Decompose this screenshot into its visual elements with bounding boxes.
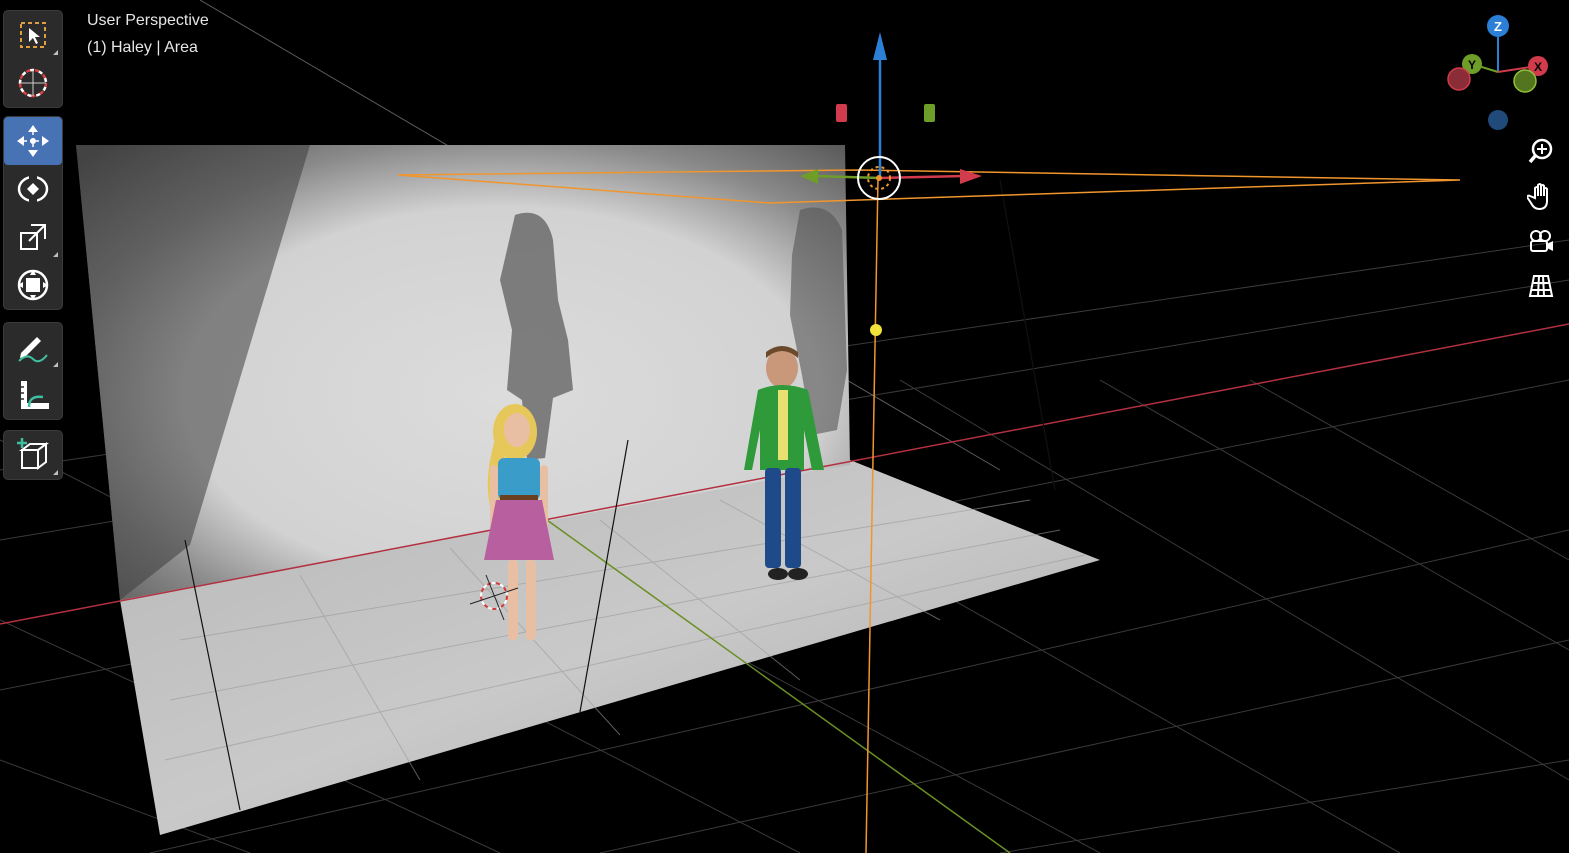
active-object-label: (1) Haley | Area — [87, 39, 198, 56]
pan-button[interactable] — [1522, 179, 1560, 217]
camera-view-button[interactable] — [1522, 224, 1560, 262]
add-cube-icon — [14, 436, 52, 474]
cursor-icon — [16, 66, 50, 100]
gizmo-z-label: Z — [1494, 19, 1502, 34]
annotate-icon — [15, 329, 51, 365]
annotate-tool[interactable] — [4, 323, 62, 371]
move-tool[interactable] — [4, 117, 62, 165]
add-cube-tool[interactable] — [4, 431, 62, 479]
toolbar-annotate-group — [3, 322, 63, 420]
grid-ortho-icon — [1527, 272, 1555, 305]
cursor-tool[interactable] — [4, 59, 62, 107]
scale-icon — [17, 221, 49, 253]
rotate-icon — [15, 171, 51, 207]
zoom-button[interactable] — [1522, 134, 1560, 172]
select-box-icon — [18, 20, 48, 50]
transform-tool[interactable] — [4, 261, 62, 309]
toolbar-add-group — [3, 430, 63, 480]
measure-icon — [15, 377, 51, 413]
scene-canvas[interactable]: Z Y X — [0, 0, 1569, 853]
scale-tool[interactable] — [4, 213, 62, 261]
hand-pan-icon — [1525, 182, 1555, 215]
3d-viewport[interactable]: Z Y X User Perspective (1) Haley | Area — [0, 0, 1569, 853]
gizmo-y-label: Y — [1468, 58, 1476, 72]
measure-tool[interactable] — [4, 371, 62, 419]
ortho-toggle-button[interactable] — [1522, 269, 1560, 307]
toolbar-select-group — [3, 10, 63, 108]
viewport-title: User Perspective — [87, 12, 209, 29]
move-icon — [15, 123, 51, 159]
orientation-gizmo: Z Y X — [1447, 15, 1548, 130]
transform-icon — [15, 267, 51, 303]
camera-icon — [1527, 227, 1555, 260]
zoom-icon — [1527, 137, 1555, 170]
select-box-tool[interactable] — [4, 11, 62, 59]
light-target-handle — [870, 324, 882, 336]
rotate-tool[interactable] — [4, 165, 62, 213]
gizmo-x-label: X — [1534, 60, 1542, 74]
toolbar-transform-group — [3, 116, 63, 310]
